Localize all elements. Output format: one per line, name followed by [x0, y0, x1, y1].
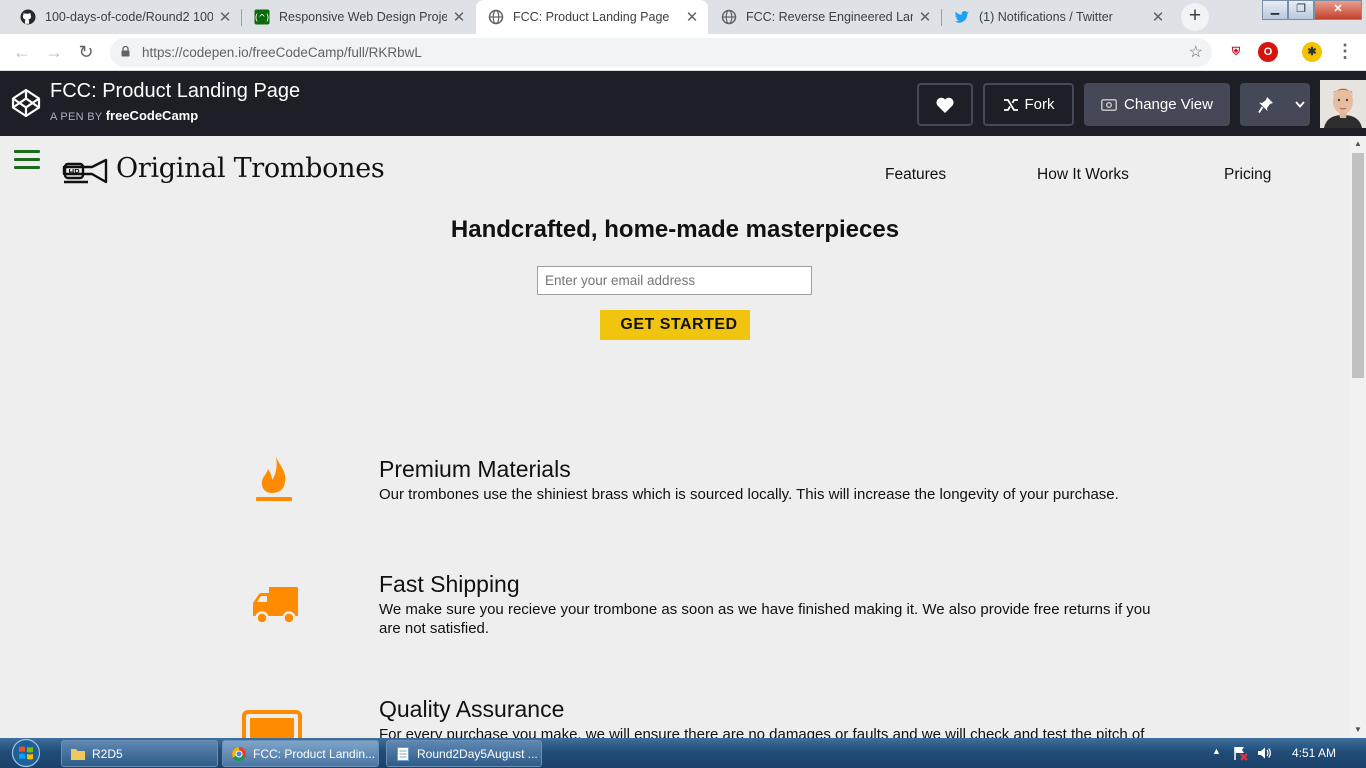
browser-tab[interactable]: 100-days-of-code/Round2 100D ✕: [8, 0, 241, 34]
like-button[interactable]: [917, 83, 973, 126]
page-scrollbar[interactable]: ▲ ▼: [1350, 136, 1366, 738]
taskbar-item-label: FCC: Product Landin...: [253, 746, 376, 761]
feature-title: Fast Shipping: [379, 571, 520, 597]
start-button-icon[interactable]: [4, 738, 48, 768]
get-started-button[interactable]: GET STARTED: [600, 310, 750, 340]
freecodecamp-icon: (^): [254, 9, 270, 25]
taskbar-clock[interactable]: 4:51 AM: [1292, 746, 1336, 760]
brand-name: Original Trombones: [116, 153, 385, 184]
scroll-up-arrow-icon[interactable]: ▲: [1350, 136, 1366, 152]
windows-taskbar: R2D5 FCC: Product Landin... Round2Day5Au…: [0, 738, 1366, 768]
browser-tab-strip: 100-days-of-code/Round2 100D ✕ (^) Respo…: [0, 0, 1366, 34]
codepen-logo-icon[interactable]: [10, 87, 42, 119]
opera-extension-icon[interactable]: O: [1258, 42, 1278, 62]
feature-description: For every purchase you make, we will ens…: [379, 726, 1145, 738]
lock-icon: [121, 46, 130, 57]
scrollbar-thumb[interactable]: [1352, 153, 1364, 378]
globe-icon: [721, 9, 737, 25]
close-tab-icon[interactable]: ✕: [217, 8, 233, 26]
close-tab-icon[interactable]: ✕: [917, 8, 933, 26]
email-input[interactable]: [537, 266, 812, 295]
new-tab-button[interactable]: +: [1181, 3, 1209, 31]
folder-icon: [71, 748, 85, 760]
change-view-button[interactable]: Change View: [1084, 83, 1230, 126]
codepen-header: FCC: Product Landing Page A PEN BY freeC…: [0, 71, 1366, 136]
bookmark-star-icon[interactable]: ☆: [1189, 42, 1203, 62]
forward-arrow-icon[interactable]: →: [42, 41, 66, 65]
feature-description: We make sure you recieve your trombone a…: [379, 601, 1151, 637]
browser-menu-icon[interactable]: ⋮: [1336, 42, 1354, 62]
close-window-button[interactable]: ✕: [1314, 0, 1362, 20]
fork-button[interactable]: Fork: [983, 83, 1074, 126]
nav-link-how-it-works[interactable]: How It Works: [1037, 166, 1129, 184]
reload-icon[interactable]: ↻: [74, 41, 98, 65]
feature-title: Quality Assurance: [379, 696, 565, 722]
action-center-flag-icon[interactable]: [1232, 745, 1248, 761]
url-path: /freeCodeCamp/full/RKRbwL: [248, 45, 422, 60]
taskbar-item-label: Round2Day5August ...: [417, 746, 538, 761]
hero-heading: Handcrafted, home-made masterpieces: [450, 216, 900, 243]
volume-icon[interactable]: [1256, 745, 1272, 761]
pin-dropdown-button[interactable]: [1289, 83, 1310, 126]
tab-title: 100-days-of-code/Round2 100D: [45, 10, 213, 24]
close-tab-icon[interactable]: ✕: [1150, 8, 1166, 26]
browser-tab-active[interactable]: FCC: Product Landing Page ✕: [476, 0, 708, 34]
heart-icon: [936, 97, 954, 113]
address-bar[interactable]: https://codepen.io/freeCodeCamp/full/RKR…: [110, 38, 1212, 67]
taskbar-item-label: R2D5: [92, 746, 123, 761]
globe-icon: [488, 9, 504, 25]
minimize-window-button[interactable]: ▁: [1262, 0, 1288, 20]
shield-extension-icon[interactable]: ⛨: [1226, 42, 1246, 62]
chevron-down-icon: [1294, 101, 1305, 108]
feature-description: Our trombones use the shiniest brass whi…: [379, 486, 1119, 503]
close-tab-icon[interactable]: ✕: [451, 8, 467, 26]
browser-tab[interactable]: (1) Notifications / Twitter ✕: [942, 0, 1174, 34]
notepad-icon: [397, 746, 409, 761]
svg-text:HP: HP: [68, 168, 80, 177]
tab-title: FCC: Reverse Engineered Landing: [746, 10, 913, 24]
pin-icon: [1257, 96, 1273, 113]
show-hidden-icons-icon[interactable]: ▲: [1212, 746, 1221, 756]
pen-byline: A PEN BY freeCodeCamp: [50, 108, 198, 123]
tab-title: FCC: Product Landing Page: [513, 10, 670, 24]
maximize-window-button[interactable]: ❐: [1288, 0, 1314, 20]
github-icon: [20, 9, 36, 25]
pen-preview-frame: HP Original Trombones Features How It Wo…: [0, 136, 1350, 738]
tab-title: (1) Notifications / Twitter: [979, 10, 1113, 24]
taskbar-item-folder[interactable]: R2D5: [61, 740, 218, 767]
truck-icon: [253, 587, 298, 625]
nav-link-features[interactable]: Features: [885, 166, 946, 184]
taskbar-item-chrome[interactable]: FCC: Product Landin...: [222, 740, 379, 767]
nav-link-pricing[interactable]: Pricing: [1224, 166, 1271, 184]
feature-title: Premium Materials: [379, 456, 571, 482]
hamburger-menu-icon[interactable]: [14, 150, 40, 170]
tab-title: Responsive Web Design Projects: [279, 10, 447, 24]
byline-label: A PEN BY: [50, 111, 103, 123]
user-avatar[interactable]: [1320, 80, 1366, 128]
fire-icon: [256, 456, 292, 501]
view-icon: [1101, 98, 1117, 111]
profile-extension-icon[interactable]: ✱: [1302, 42, 1322, 62]
close-tab-icon[interactable]: ✕: [684, 8, 700, 26]
url-host: https://codepen.io: [142, 45, 249, 60]
taskbar-item-notepad[interactable]: Round2Day5August ...: [386, 740, 542, 767]
pin-button[interactable]: [1240, 83, 1290, 126]
svg-text:(^): (^): [255, 14, 270, 24]
chrome-icon: [232, 746, 246, 761]
back-arrow-icon[interactable]: ←: [10, 41, 34, 65]
fork-label: Fork: [1024, 96, 1055, 113]
author-link[interactable]: freeCodeCamp: [106, 108, 198, 123]
browser-tab[interactable]: (^) Responsive Web Design Projects ✕: [242, 0, 475, 34]
pen-title[interactable]: FCC: Product Landing Page: [50, 80, 300, 103]
browser-tab[interactable]: FCC: Reverse Engineered Landing ✕: [709, 0, 941, 34]
battery-icon: [242, 710, 302, 738]
fork-icon: [1003, 98, 1018, 111]
url-text: https://codepen.io/freeCodeCamp/full/RKR…: [142, 45, 422, 60]
scroll-down-arrow-icon[interactable]: ▼: [1350, 722, 1366, 738]
change-view-label: Change View: [1124, 96, 1213, 113]
browser-toolbar: ← → ↻ https://codepen.io/freeCodeCamp/fu…: [0, 34, 1366, 71]
trombone-logo-icon[interactable]: HP: [62, 158, 108, 188]
twitter-icon: [954, 9, 970, 25]
